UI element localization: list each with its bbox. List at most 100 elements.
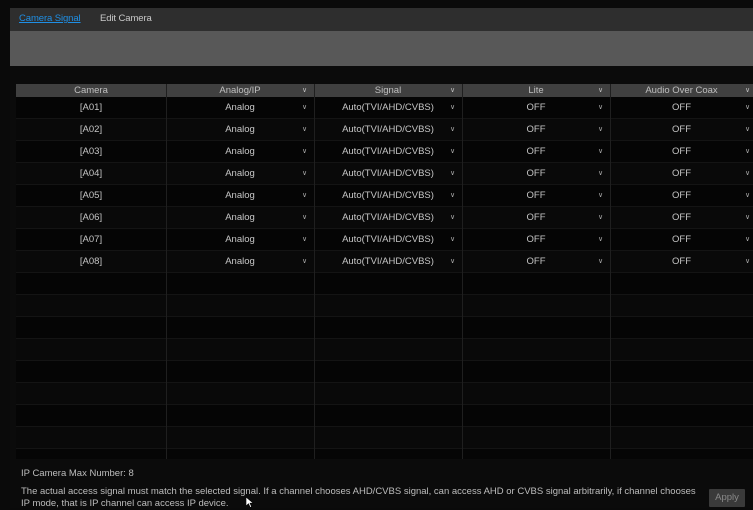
chevron-down-icon[interactable]: ∨ [598, 251, 603, 272]
lite-select[interactable]: OFF [462, 207, 610, 228]
chevron-down-icon[interactable]: ∨ [598, 141, 603, 162]
chevron-down-icon[interactable]: ∨ [598, 207, 603, 228]
chevron-down-icon[interactable]: ∨ [745, 185, 750, 206]
toolbar [10, 31, 753, 66]
table-header: Camera Analog/IP ∨ Signal ∨ Lite ∨ Audio… [16, 84, 753, 97]
chevron-down-icon[interactable]: ∨ [450, 229, 455, 250]
audio-over-coax-select[interactable]: OFF [610, 119, 753, 140]
chevron-down-icon[interactable]: ∨ [450, 141, 455, 162]
chevron-down-icon[interactable]: ∨ [745, 84, 750, 97]
camera-settings-window: Camera Signal Edit Camera Camera Analog/… [10, 8, 753, 509]
lite-select[interactable]: OFF [462, 185, 610, 206]
audio-over-coax-select[interactable]: OFF [610, 207, 753, 228]
audio-over-coax-select[interactable]: OFF [610, 185, 753, 206]
lite-select[interactable]: OFF [462, 97, 610, 118]
lite-select[interactable]: OFF [462, 251, 610, 272]
analog-ip-select[interactable]: Analog [166, 185, 314, 206]
chevron-down-icon[interactable]: ∨ [450, 119, 455, 140]
table-row[interactable]: [A01] Analog ∨ Auto(TVI/AHD/CVBS) ∨ OFF ∨ OFF ∨ [16, 97, 753, 119]
chevron-down-icon[interactable]: ∨ [302, 251, 307, 272]
table-row[interactable]: [A07] Analog ∨ Auto(TVI/AHD/CVBS) ∨ OFF ∨ OFF ∨ [16, 229, 753, 251]
apply-button[interactable]: Apply [709, 489, 745, 507]
chevron-down-icon[interactable]: ∨ [745, 251, 750, 272]
header-signal[interactable]: Signal [314, 84, 462, 97]
chevron-down-icon[interactable]: ∨ [302, 229, 307, 250]
chevron-down-icon[interactable]: ∨ [302, 185, 307, 206]
chevron-down-icon[interactable]: ∨ [302, 119, 307, 140]
analog-ip-select[interactable]: Analog [166, 163, 314, 184]
chevron-down-icon[interactable]: ∨ [450, 163, 455, 184]
ip-camera-max-number: IP Camera Max Number: 8 [21, 468, 134, 479]
analog-ip-select[interactable]: Analog [166, 97, 314, 118]
table-row[interactable]: [A02] Analog ∨ Auto(TVI/AHD/CVBS) ∨ OFF ∨ OFF ∨ [16, 119, 753, 141]
audio-over-coax-select[interactable]: OFF [610, 97, 753, 118]
chevron-down-icon[interactable]: ∨ [598, 163, 603, 184]
chevron-down-icon[interactable]: ∨ [598, 229, 603, 250]
audio-over-coax-select[interactable]: OFF [610, 251, 753, 272]
analog-ip-select[interactable]: Analog [166, 251, 314, 272]
signal-select[interactable]: Auto(TVI/AHD/CVBS) [314, 185, 462, 206]
chevron-down-icon[interactable]: ∨ [302, 84, 307, 97]
chevron-down-icon[interactable]: ∨ [598, 84, 603, 97]
lite-select[interactable]: OFF [462, 141, 610, 162]
empty-row [16, 405, 753, 427]
camera-name: [A07] [79, 234, 103, 245]
column-divider [314, 84, 315, 459]
chevron-down-icon[interactable]: ∨ [450, 185, 455, 206]
tab-bar: Camera Signal Edit Camera [10, 8, 753, 31]
analog-ip-select[interactable]: Analog [166, 207, 314, 228]
chevron-down-icon[interactable]: ∨ [745, 97, 750, 118]
chevron-down-icon[interactable]: ∨ [598, 97, 603, 118]
signal-select[interactable]: Auto(TVI/AHD/CVBS) [314, 119, 462, 140]
empty-row [16, 383, 753, 405]
table-row[interactable]: [A06] Analog ∨ Auto(TVI/AHD/CVBS) ∨ OFF ∨ OFF ∨ [16, 207, 753, 229]
table-row[interactable]: [A03] Analog ∨ Auto(TVI/AHD/CVBS) ∨ OFF ∨ OFF ∨ [16, 141, 753, 163]
chevron-down-icon[interactable]: ∨ [450, 207, 455, 228]
chevron-down-icon[interactable]: ∨ [598, 119, 603, 140]
audio-over-coax-select[interactable]: OFF [610, 163, 753, 184]
empty-row [16, 317, 753, 339]
chevron-down-icon[interactable]: ∨ [745, 163, 750, 184]
chevron-down-icon[interactable]: ∨ [598, 185, 603, 206]
chevron-down-icon[interactable]: ∨ [745, 141, 750, 162]
chevron-down-icon[interactable]: ∨ [745, 119, 750, 140]
lite-select[interactable]: OFF [462, 119, 610, 140]
signal-select[interactable]: Auto(TVI/AHD/CVBS) [314, 229, 462, 250]
camera-name: [A05] [79, 190, 103, 201]
table-row[interactable]: [A04] Analog ∨ Auto(TVI/AHD/CVBS) ∨ OFF ∨ OFF ∨ [16, 163, 753, 185]
column-divider [462, 84, 463, 459]
audio-over-coax-select[interactable]: OFF [610, 229, 753, 250]
analog-ip-select[interactable]: Analog [166, 119, 314, 140]
lite-select[interactable]: OFF [462, 163, 610, 184]
empty-row [16, 273, 753, 295]
chevron-down-icon[interactable]: ∨ [450, 97, 455, 118]
audio-over-coax-select[interactable]: OFF [610, 141, 753, 162]
chevron-down-icon[interactable]: ∨ [302, 141, 307, 162]
chevron-down-icon[interactable]: ∨ [450, 84, 455, 97]
analog-ip-select[interactable]: Analog [166, 141, 314, 162]
signal-select[interactable]: Auto(TVI/AHD/CVBS) [314, 141, 462, 162]
tab-camera-signal[interactable]: Camera Signal [19, 13, 81, 24]
table-body: [A01] Analog ∨ Auto(TVI/AHD/CVBS) ∨ OFF ∨ OFF ∨[… [16, 97, 753, 471]
signal-select[interactable]: Auto(TVI/AHD/CVBS) [314, 163, 462, 184]
chevron-down-icon[interactable]: ∨ [302, 207, 307, 228]
signal-select[interactable]: Auto(TVI/AHD/CVBS) [314, 97, 462, 118]
chevron-down-icon[interactable]: ∨ [302, 163, 307, 184]
chevron-down-icon[interactable]: ∨ [745, 207, 750, 228]
tab-edit-camera[interactable]: Edit Camera [100, 13, 152, 24]
signal-note: The actual access signal must match the … [21, 486, 696, 509]
chevron-down-icon[interactable]: ∨ [450, 251, 455, 272]
signal-select[interactable]: Auto(TVI/AHD/CVBS) [314, 251, 462, 272]
table-row[interactable]: [A05] Analog ∨ Auto(TVI/AHD/CVBS) ∨ OFF ∨ OFF ∨ [16, 185, 753, 207]
chevron-down-icon[interactable]: ∨ [745, 229, 750, 250]
analog-ip-select[interactable]: Analog [166, 229, 314, 250]
header-lite[interactable]: Lite [462, 84, 610, 97]
empty-row [16, 295, 753, 317]
header-analog-ip[interactable]: Analog/IP [166, 84, 314, 97]
chevron-down-icon[interactable]: ∨ [302, 97, 307, 118]
lite-select[interactable]: OFF [462, 229, 610, 250]
signal-select[interactable]: Auto(TVI/AHD/CVBS) [314, 207, 462, 228]
column-divider [166, 84, 167, 459]
table-row[interactable]: [A08] Analog ∨ Auto(TVI/AHD/CVBS) ∨ OFF ∨ OFF ∨ [16, 251, 753, 273]
header-audio-over-coax[interactable]: Audio Over Coax [610, 84, 753, 97]
